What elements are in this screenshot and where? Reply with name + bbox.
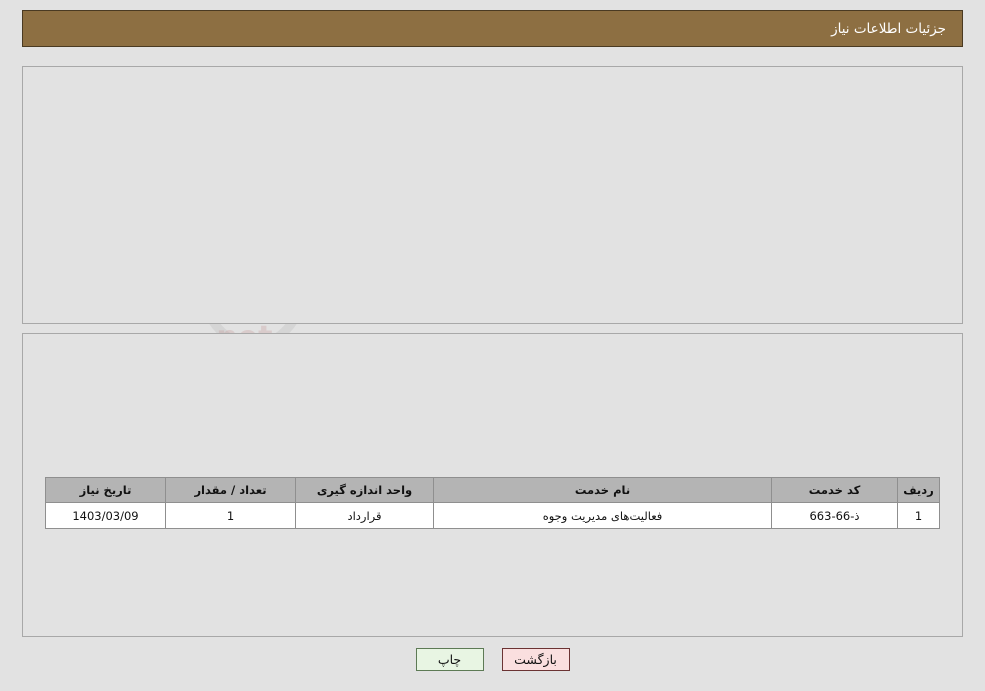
cell-unit: قرارداد [295, 502, 434, 529]
cell-row: 1 [897, 502, 940, 529]
col-row: ردیف [897, 477, 940, 503]
page-root: AriaTender .net جزئیات اطلاعات نیاز شمار… [0, 0, 985, 691]
col-quantity: تعداد / مقدار [165, 477, 296, 503]
services-table: ردیف کد خدمت نام خدمت واحد اندازه گیری ت… [45, 477, 940, 529]
col-unit: واحد اندازه گیری [295, 477, 434, 503]
cell-date: 1403/03/09 [45, 502, 166, 529]
col-date: تاریخ نیاز [45, 477, 166, 503]
cell-quantity: 1 [165, 502, 296, 529]
col-code: کد خدمت [771, 477, 898, 503]
cell-name: فعالیت‌های مدیریت وجوه [433, 502, 772, 529]
page-header: جزئیات اطلاعات نیاز [22, 10, 963, 47]
footer-buttons: بازگشت چاپ [0, 648, 985, 671]
print-button[interactable]: چاپ [415, 648, 484, 671]
need-info-panel [22, 66, 963, 324]
cell-code: ذ-66-663 [771, 502, 898, 529]
col-name: نام خدمت [433, 477, 772, 503]
back-button[interactable]: بازگشت [501, 648, 570, 671]
services-table-wrap: ردیف کد خدمت نام خدمت واحد اندازه گیری ت… [45, 477, 940, 529]
table-header-row: ردیف کد خدمت نام خدمت واحد اندازه گیری ت… [45, 477, 940, 503]
page-title: جزئیات اطلاعات نیاز [831, 20, 946, 37]
table-row: 1 ذ-66-663 فعالیت‌های مدیریت وجوه قراردا… [45, 502, 940, 529]
